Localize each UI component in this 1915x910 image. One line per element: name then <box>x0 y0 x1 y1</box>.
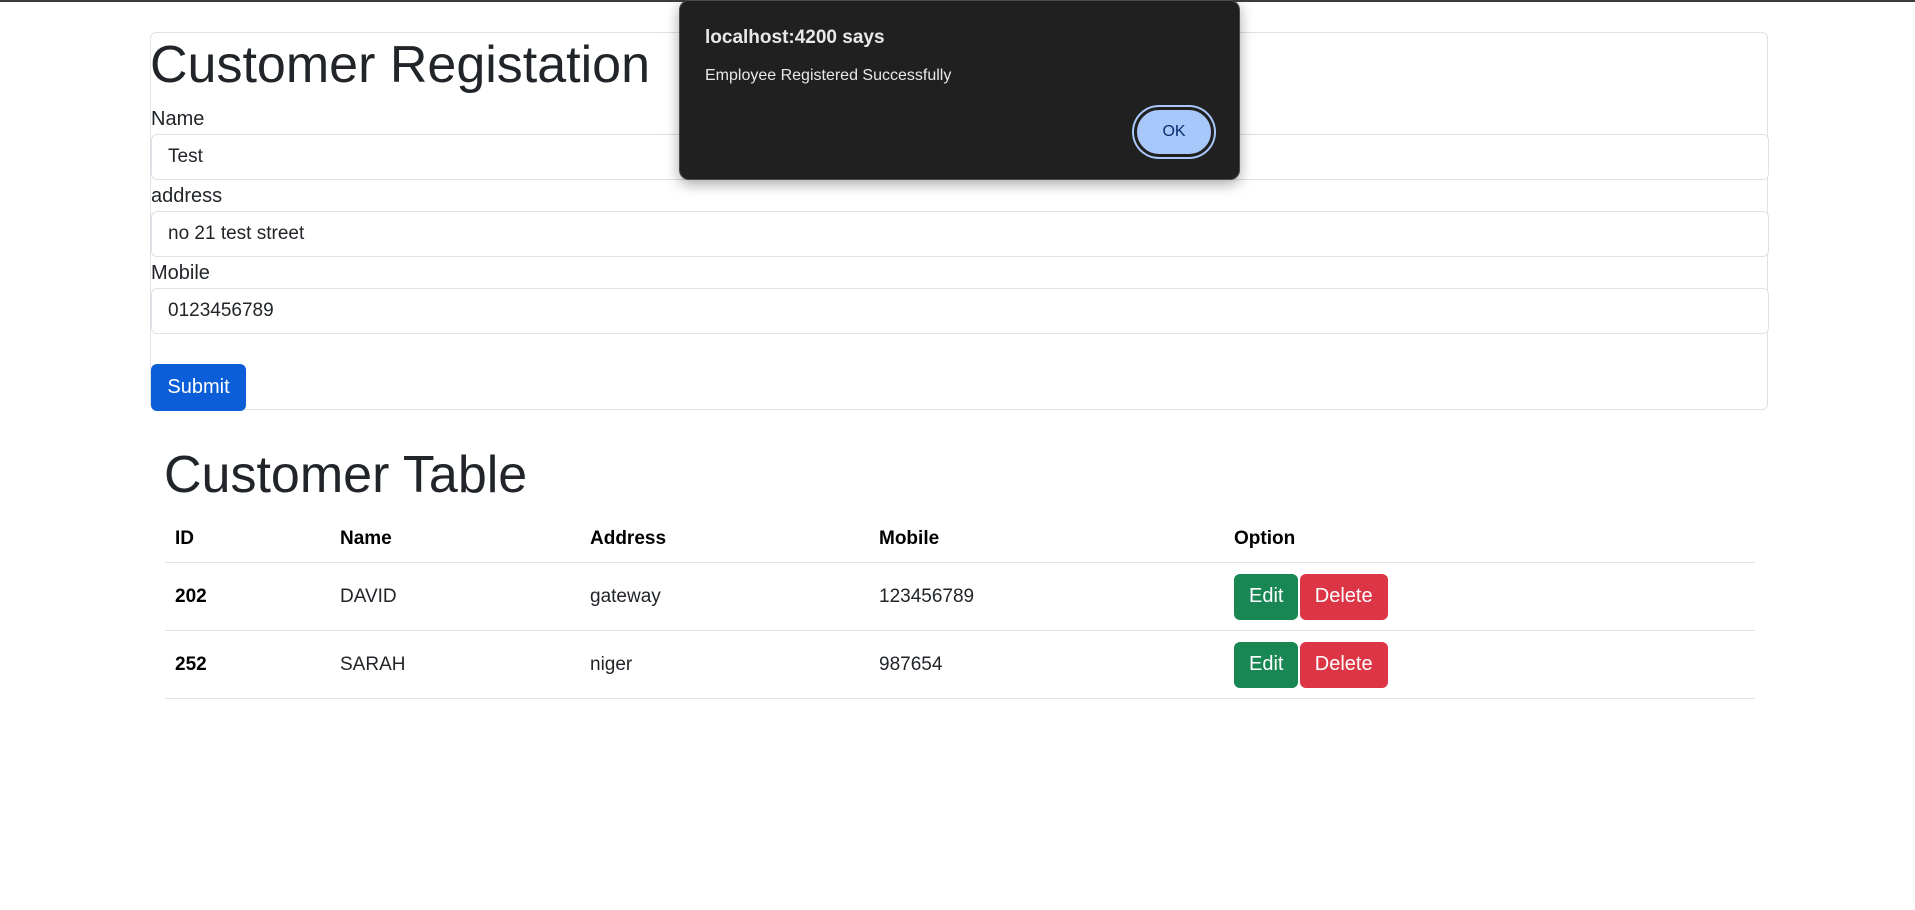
alert-dialog: localhost:4200 says Employee Registered … <box>679 0 1240 180</box>
dialog-ok-button[interactable]: OK <box>1134 107 1214 157</box>
mobile-input[interactable] <box>151 288 1769 334</box>
table-row: 252 SARAH niger 987654 Edit Delete <box>165 630 1755 699</box>
table-title: Customer Table <box>164 446 528 504</box>
header-id: ID <box>165 516 330 563</box>
edit-button[interactable]: Edit <box>1234 641 1299 688</box>
cell-name: DAVID <box>330 562 580 631</box>
registration-title: Customer Registation <box>150 36 650 94</box>
mobile-label: Mobile <box>151 262 210 284</box>
dialog-message: Employee Registered Successfully <box>705 67 952 84</box>
edit-button[interactable]: Edit <box>1234 573 1299 620</box>
cell-options: Edit Delete <box>1224 562 1755 631</box>
cell-address: gateway <box>580 562 869 631</box>
table-row: 202 DAVID gateway 123456789 Edit Delete <box>165 562 1755 631</box>
header-name: Name <box>330 516 580 563</box>
cell-name: SARAH <box>330 630 580 699</box>
cell-id: 202 <box>165 562 330 631</box>
cell-mobile: 987654 <box>869 630 1224 699</box>
dialog-title: localhost:4200 says <box>705 27 885 48</box>
name-label: Name <box>151 108 205 130</box>
cell-mobile: 123456789 <box>869 562 1224 631</box>
delete-button[interactable]: Delete <box>1299 641 1388 688</box>
header-address: Address <box>580 516 869 563</box>
header-option: Option <box>1224 516 1755 563</box>
table-header-row: ID Name Address Mobile Option <box>165 516 1755 563</box>
customer-table: ID Name Address Mobile Option 202 DAVID … <box>165 516 1755 699</box>
delete-button[interactable]: Delete <box>1299 573 1388 620</box>
header-mobile: Mobile <box>869 516 1224 563</box>
address-label: address <box>151 185 223 207</box>
cell-id: 252 <box>165 630 330 699</box>
address-input[interactable] <box>151 211 1769 257</box>
submit-button[interactable]: Submit <box>151 364 246 411</box>
cell-address: niger <box>580 630 869 699</box>
cell-options: Edit Delete <box>1224 630 1755 699</box>
